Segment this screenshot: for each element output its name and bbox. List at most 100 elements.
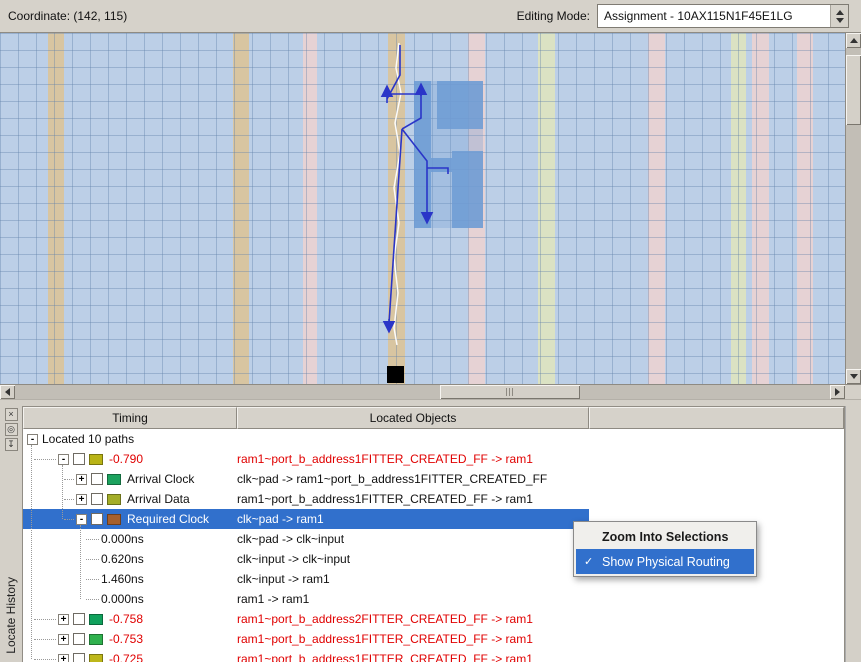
menu-item-zoom-into-selections[interactable]: Zoom Into Selections	[576, 524, 754, 549]
tree-guide-line	[62, 465, 63, 519]
chip-planner-canvas[interactable]	[0, 33, 845, 384]
located-object: clk~pad -> clk~input	[237, 532, 344, 546]
located-object: ram1~port_b_address1FITTER_CREATED_FF ->…	[237, 652, 533, 662]
path-checkbox[interactable]	[91, 473, 103, 485]
expand-icon[interactable]: +	[76, 474, 87, 485]
vertical-scroll-thumb[interactable]	[846, 55, 861, 125]
menu-item-label: Show Physical Routing	[602, 555, 730, 569]
table-row[interactable]: + -0.753 ram1~port_b_address1FITTER_CREA…	[23, 629, 589, 649]
coordinate-readout: Coordinate: (142, 115)	[8, 9, 127, 23]
located-object: ram1 -> ram1	[237, 592, 309, 606]
horizontal-scrollbar[interactable]	[0, 384, 861, 399]
timing-value: -0.725	[109, 652, 143, 662]
color-swatch	[107, 474, 121, 485]
timing-value: -0.753	[109, 632, 143, 646]
path-checkbox[interactable]	[73, 633, 85, 645]
tree-stub	[34, 659, 56, 660]
float-window-icon[interactable]: ◎	[5, 423, 18, 436]
collapse-icon[interactable]: -	[58, 454, 69, 465]
located-object: ram1~port_b_address2FITTER_CREATED_FF ->…	[237, 612, 533, 626]
table-row[interactable]: + Arrival Data ram1~port_b_address1FITTE…	[23, 489, 589, 509]
vertical-scrollbar[interactable]	[845, 33, 861, 384]
scroll-up-button[interactable]	[846, 33, 861, 48]
close-icon[interactable]: ×	[5, 408, 18, 421]
menu-item-label: Zoom Into Selections	[602, 530, 728, 544]
timing-value: -0.758	[109, 612, 143, 626]
located-object: clk~input -> clk~input	[237, 552, 350, 566]
located-object: ram1~port_b_address1FITTER_CREATED_FF ->…	[237, 452, 533, 466]
color-swatch	[107, 514, 121, 525]
tree-root-row[interactable]: - Located 10 paths	[23, 429, 589, 449]
table-header-row: Timing Located Objects	[23, 407, 844, 429]
scroll-up-icon	[850, 38, 858, 43]
path-checkbox[interactable]	[73, 653, 85, 662]
routing-overlay	[0, 33, 845, 384]
pin-icon[interactable]: ↧	[5, 438, 18, 451]
editing-mode-label: Editing Mode:	[517, 9, 590, 23]
scrollbar-corner	[845, 385, 861, 399]
timing-value: Arrival Clock	[127, 472, 194, 486]
expand-icon[interactable]: +	[58, 634, 69, 645]
located-object: ram1~port_b_address1FITTER_CREATED_FF ->…	[237, 492, 533, 506]
tree-guide-line	[31, 445, 32, 659]
vertical-scroll-track[interactable]	[846, 48, 861, 369]
editing-mode-combobox[interactable]: Assignment - 10AX115N1F45E1LG	[597, 4, 849, 28]
table-row[interactable]: + Arrival Clock clk~pad -> ram1~port_b_a…	[23, 469, 589, 489]
path-checkbox[interactable]	[91, 513, 103, 525]
column-header-timing[interactable]: Timing	[23, 407, 237, 429]
table-row[interactable]: + -0.725 ram1~port_b_address1FITTER_CREA…	[23, 649, 589, 662]
scroll-right-button[interactable]	[830, 385, 845, 399]
timing-value: 0.000ns	[101, 592, 144, 606]
timing-value: Arrival Data	[127, 492, 190, 506]
spin-up-icon[interactable]	[836, 10, 844, 15]
timing-value: -0.790	[109, 452, 143, 466]
scroll-left-button[interactable]	[0, 385, 15, 399]
expand-icon[interactable]: +	[58, 654, 69, 662]
table-row[interactable]: + -0.758 ram1~port_b_address2FITTER_CREA…	[23, 609, 589, 629]
timing-value: 1.460ns	[101, 572, 144, 586]
table-row-selected[interactable]: - Required Clock clk~pad -> ram1	[23, 509, 589, 529]
collapse-icon[interactable]: -	[27, 434, 38, 445]
table-row[interactable]: 0.000ns ram1 -> ram1	[23, 589, 589, 609]
color-swatch	[89, 634, 103, 645]
path-checkbox[interactable]	[73, 453, 85, 465]
located-object: clk~input -> ram1	[237, 572, 330, 586]
path-checkbox[interactable]	[73, 613, 85, 625]
tree-stub	[86, 559, 99, 560]
scroll-right-icon	[835, 388, 840, 396]
color-swatch	[89, 454, 103, 465]
timing-value: 0.620ns	[101, 552, 144, 566]
horizontal-scroll-track[interactable]	[15, 385, 830, 399]
scroll-down-icon	[850, 374, 858, 379]
selected-io-block[interactable]	[387, 366, 404, 383]
located-object: clk~pad -> ram1~port_b_address1FITTER_CR…	[237, 472, 547, 486]
table-row[interactable]: 0.620ns clk~input -> clk~input	[23, 549, 589, 569]
spin-down-icon[interactable]	[836, 18, 844, 23]
combobox-spinner[interactable]	[830, 5, 848, 27]
column-header-filler	[589, 407, 844, 429]
horizontal-scroll-thumb[interactable]	[440, 385, 580, 399]
color-swatch	[89, 614, 103, 625]
tree-stub	[86, 599, 99, 600]
expand-icon[interactable]: +	[76, 494, 87, 505]
tree-stub	[86, 539, 99, 540]
located-object: ram1~port_b_address1FITTER_CREATED_FF ->…	[237, 632, 533, 646]
tree-stub	[64, 499, 74, 500]
tree-stub	[64, 479, 74, 480]
table-row[interactable]: 1.460ns clk~input -> ram1	[23, 569, 589, 589]
table-row[interactable]: 0.000ns clk~pad -> clk~input	[23, 529, 589, 549]
tree-stub	[34, 459, 56, 460]
path-checkbox[interactable]	[91, 493, 103, 505]
timing-value: Required Clock	[127, 512, 209, 526]
tree-stub	[64, 519, 74, 520]
menu-item-show-physical-routing[interactable]: ✓ Show Physical Routing	[576, 549, 754, 574]
collapse-icon[interactable]: -	[76, 514, 87, 525]
tree-stub	[34, 619, 56, 620]
scroll-down-button[interactable]	[846, 369, 861, 384]
color-swatch	[89, 654, 103, 662]
selected-region-highlight	[414, 81, 483, 228]
table-row[interactable]: - -0.790 ram1~port_b_address1FITTER_CREA…	[23, 449, 589, 469]
expand-icon[interactable]: +	[58, 614, 69, 625]
panel-title-vertical: Locate History	[4, 577, 18, 654]
column-header-located-objects[interactable]: Located Objects	[237, 407, 589, 429]
